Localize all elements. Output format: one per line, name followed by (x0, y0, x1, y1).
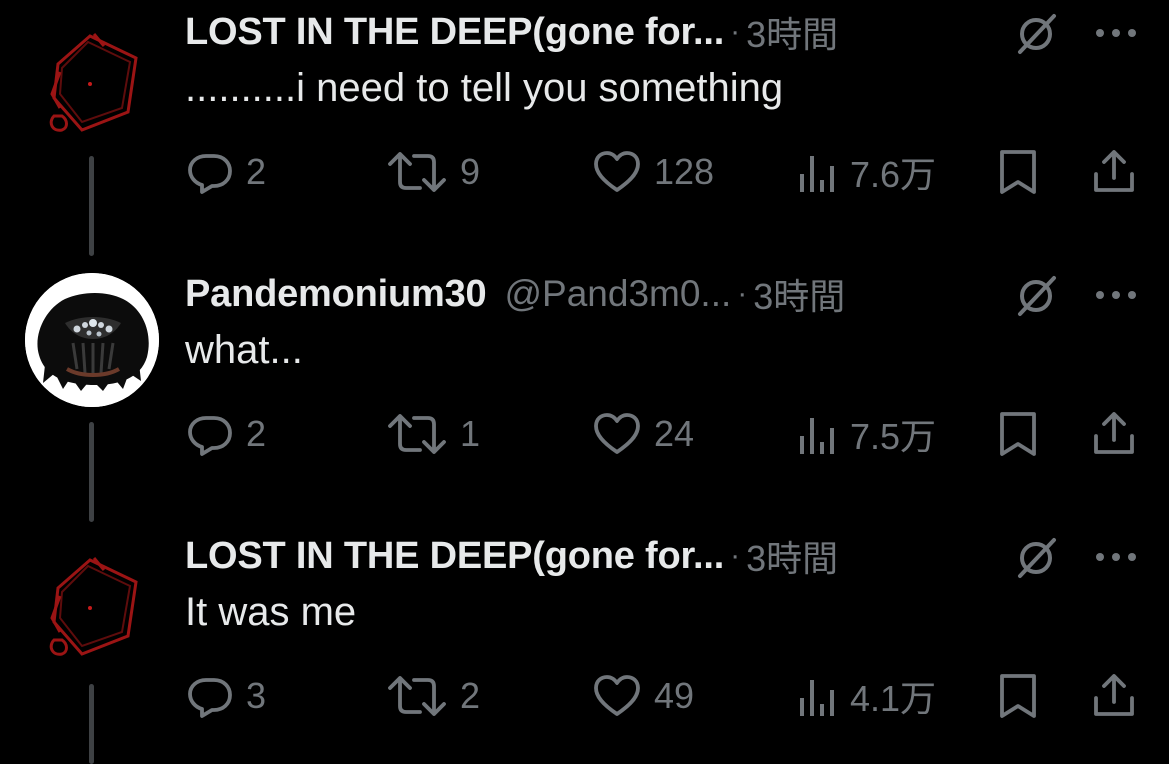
tweet-actions: 2 9 128 7.6万 (0, 142, 1169, 202)
views-count: 7.6万 (850, 154, 937, 195)
share-icon (1094, 150, 1134, 192)
bookmark-button[interactable] (996, 666, 1040, 726)
views-count: 4.1万 (850, 678, 937, 719)
reply-icon (188, 154, 232, 194)
reply-button[interactable]: 3 (186, 666, 266, 726)
bookmark-icon (1000, 674, 1036, 718)
mute-icon[interactable] (1012, 534, 1060, 582)
retweet-icon (388, 676, 446, 716)
heart-icon (594, 675, 640, 716)
reply-icon (188, 416, 232, 456)
share-icon (1094, 412, 1134, 454)
views-icon (800, 418, 834, 454)
avatar[interactable] (24, 12, 160, 148)
timestamp[interactable]: 3時間 (746, 530, 838, 582)
share-icon (1094, 674, 1134, 716)
more-icon[interactable] (1092, 542, 1140, 572)
like-button[interactable]: 128 (592, 142, 714, 202)
retweet-button[interactable]: 2 (386, 666, 480, 726)
retweet-icon (388, 414, 446, 454)
tweet-header: LOST IN THE DEEP(gone for... · 3時間 (185, 530, 838, 582)
bookmark-button[interactable] (996, 142, 1040, 202)
tweet-header: LOST IN THE DEEP(gone for... · 3時間 (185, 6, 838, 58)
separator: · (730, 539, 741, 572)
mute-icon[interactable] (1012, 10, 1060, 58)
retweet-button[interactable]: 1 (386, 404, 480, 464)
share-button[interactable] (1090, 404, 1138, 464)
avatar[interactable] (25, 273, 159, 407)
bookmark-icon (1000, 412, 1036, 456)
dark-creature-avatar-icon (25, 273, 159, 407)
retweet-count: 2 (460, 675, 481, 716)
more-icon[interactable] (1092, 280, 1140, 310)
display-name[interactable]: Pandemonium30 (185, 273, 487, 316)
reply-button[interactable]: 2 (186, 142, 266, 202)
separator: · (737, 277, 748, 310)
views-count: 7.5万 (850, 416, 937, 457)
share-button[interactable] (1090, 666, 1138, 726)
views-button[interactable]: 4.1万 (798, 666, 936, 726)
display-name[interactable]: LOST IN THE DEEP(gone for... (185, 535, 724, 578)
reply-icon (188, 678, 232, 718)
reply-count: 2 (246, 413, 267, 454)
like-count: 128 (654, 151, 715, 192)
reply-count: 2 (246, 151, 267, 192)
avatar[interactable] (24, 536, 160, 672)
separator: · (730, 15, 741, 48)
mute-icon[interactable] (1012, 272, 1060, 320)
views-button[interactable]: 7.6万 (798, 142, 936, 202)
red-pentagon-sketch-avatar-icon (49, 33, 138, 132)
tweet-text: It was me (185, 590, 357, 634)
retweet-icon (388, 152, 446, 192)
bookmark-icon (1000, 150, 1036, 194)
retweet-count: 1 (460, 413, 481, 454)
tweet-actions: 2 1 24 7.5万 (0, 404, 1169, 464)
retweet-count: 9 (460, 151, 481, 192)
views-icon (800, 680, 834, 716)
retweet-button[interactable]: 9 (386, 142, 480, 202)
reply-button[interactable]: 2 (186, 404, 266, 464)
red-pentagon-sketch-avatar-icon (49, 557, 138, 656)
tweet-text: what... (185, 328, 303, 372)
like-button[interactable]: 24 (592, 404, 694, 464)
display-name[interactable]: LOST IN THE DEEP(gone for... (185, 11, 724, 54)
heart-icon (594, 151, 640, 192)
more-icon[interactable] (1092, 18, 1140, 48)
tweet-text: ..........i need to tell you something (185, 66, 784, 110)
heart-icon (594, 413, 640, 454)
views-icon (800, 156, 834, 192)
bookmark-button[interactable] (996, 404, 1040, 464)
like-count: 24 (654, 413, 695, 454)
like-count: 49 (654, 675, 695, 716)
tweet-actions: 3 2 49 4.1万 (0, 666, 1169, 726)
tweet-header: Pandemonium30 @Pand3m0... · 3時間 (185, 268, 845, 320)
views-button[interactable]: 7.5万 (798, 404, 936, 464)
username[interactable]: @Pand3m0... (504, 273, 731, 315)
like-button[interactable]: 49 (592, 666, 694, 726)
reply-count: 3 (246, 675, 267, 716)
share-button[interactable] (1090, 142, 1138, 202)
timestamp[interactable]: 3時間 (746, 6, 838, 58)
timestamp[interactable]: 3時間 (753, 268, 845, 320)
